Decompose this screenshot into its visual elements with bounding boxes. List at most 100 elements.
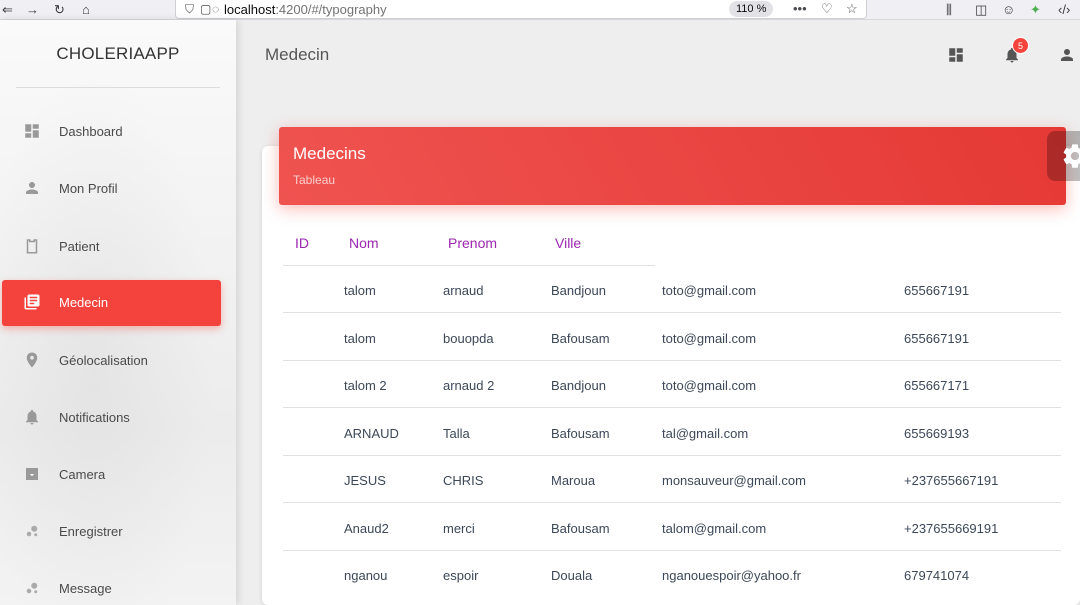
cell-telephone: 655667171 — [904, 378, 970, 393]
cell-telephone: 655667191 — [904, 330, 970, 346]
cell-email: talom@gmail.com — [662, 520, 767, 536]
cell-email: toto@gmail.com — [662, 378, 757, 393]
forward-icon[interactable]: → — [26, 1, 39, 19]
cell-nom: talom — [344, 330, 376, 346]
bubble-icon — [26, 525, 38, 537]
back-icon[interactable]: ⇐ — [2, 1, 13, 19]
cell-prenom: arnaud 2 — [443, 378, 495, 393]
clipboard-icon — [26, 239, 38, 254]
table-row[interactable]: talom arnaud Bandjoun toto@gmail.com 6556671… — [283, 266, 1061, 313]
column-header-prenom[interactable]: Prenom — [448, 235, 497, 251]
sidebar-toggle-icon[interactable]: ◫ — [975, 1, 987, 19]
browser-toolbar: ⇐ → ↻ ⌂ ⛉ ▢ ◌ localhost:4200/#/typograph… — [0, 0, 1080, 20]
sidebar-item-message[interactable]: Message — [2, 566, 221, 605]
sidebar-item-label: Notifications — [59, 410, 130, 425]
bell-icon — [26, 409, 38, 425]
card-title: Medecins — [293, 144, 366, 163]
reload-icon[interactable]: ↻ — [54, 1, 65, 19]
table-row[interactable]: ARNAUD Talla Bafousam tal@gmail.com 65566919… — [283, 409, 1061, 456]
cell-nom: talom 2 — [344, 378, 387, 393]
sidebar-item-medecin[interactable]: Medecin — [2, 280, 221, 326]
sidebar-item-label: Patient — [59, 239, 100, 254]
person-icon — [26, 182, 38, 194]
table-row[interactable]: talom 2 arnaud 2 Bandjoun toto@gmail.com 655… — [283, 361, 1061, 408]
notification-count-badge[interactable]: 5 — [1012, 37, 1029, 54]
cell-nom: nganou — [344, 568, 388, 583]
bubble-icon — [26, 582, 38, 594]
sidebar-item-enregistrer[interactable]: Enregistrer — [2, 509, 221, 555]
page-title: Medecin — [265, 45, 330, 64]
extension-icon[interactable]: ✦ — [1030, 1, 1041, 19]
gear-icon — [1063, 144, 1080, 168]
cell-ville: Bafousam — [551, 520, 610, 536]
cell-nom: ARNAUD — [344, 425, 399, 441]
sidebar-item-geolocalisation[interactable]: Géolocalisation — [2, 338, 221, 384]
sidebar-item-patient[interactable]: Patient — [2, 224, 221, 270]
cell-nom: Anaud2 — [344, 520, 389, 536]
app-logo[interactable]: CHOLERIAAPP — [0, 44, 236, 64]
sidebar-item-label: Medecin — [59, 295, 109, 310]
bookmark-star-icon[interactable]: ☆ — [846, 0, 858, 18]
sidebar-item-camera[interactable]: Camera — [2, 452, 221, 498]
sidebar-item-label: Camera — [59, 467, 106, 482]
column-header-nom[interactable]: Nom — [349, 235, 379, 251]
cell-telephone: 655667191 — [904, 283, 970, 298]
cell-ville: Bafousam — [551, 330, 610, 346]
cell-email: monsauveur@gmail.com — [662, 473, 806, 488]
zoom-indicator[interactable]: 110 % — [729, 1, 774, 17]
column-header-id[interactable]: ID — [295, 235, 309, 251]
card-subtitle: Tableau — [293, 173, 336, 187]
cell-email: toto@gmail.com — [662, 330, 757, 346]
cell-prenom: Talla — [443, 425, 470, 441]
cell-prenom: arnaud — [443, 283, 484, 298]
cell-prenom: bouopda — [443, 330, 494, 346]
cell-ville: Bandjoun — [551, 378, 606, 393]
cell-email: toto@gmail.com — [662, 283, 757, 298]
camera-icon — [26, 468, 38, 480]
more-icon[interactable]: ••• — [793, 0, 807, 18]
shield-icon[interactable]: ⛉ — [185, 0, 194, 18]
sidebar-item-dashboard[interactable]: Dashboard — [2, 109, 221, 155]
table-row[interactable]: talom bouopda Bafousam toto@gmail.com 655667… — [283, 314, 1061, 361]
site-info-icon[interactable]: ◌ — [212, 0, 219, 18]
url-bar[interactable]: ⛉ ▢ ◌ localhost:4200/#/typography 110 % … — [175, 0, 867, 19]
cell-telephone: 655669193 — [904, 425, 970, 441]
cell-telephone: +237655667191 — [904, 473, 999, 488]
person-icon[interactable] — [1058, 46, 1076, 64]
table-row[interactable]: Anaud2 merci Bafousam talom@gmail.com +23765… — [283, 504, 1061, 551]
sidebar-item-label: Géolocalisation — [59, 353, 148, 368]
cell-nom: talom — [344, 283, 376, 298]
cell-email: nganouespoir@yahoo.fr — [662, 568, 801, 583]
cell-ville: Bandjoun — [551, 283, 606, 298]
cell-prenom: espoir — [443, 568, 479, 583]
home-icon[interactable]: ⌂ — [82, 1, 90, 19]
cell-telephone: +237655669191 — [904, 520, 999, 536]
library-icon[interactable]: ⫼ — [946, 1, 952, 19]
sidebar-item-notifications[interactable]: Notifications — [2, 395, 221, 441]
column-header-ville[interactable]: Ville — [555, 235, 581, 251]
cell-email: tal@gmail.com — [662, 425, 749, 441]
cell-ville: Douala — [551, 568, 593, 583]
account-icon[interactable]: ☺ — [1002, 1, 1015, 19]
devtools-icon[interactable]: ‹/› — [1058, 1, 1070, 19]
cell-nom: JESUS — [344, 473, 386, 488]
dashboard-icon[interactable] — [947, 46, 965, 64]
page-icon: ▢ — [200, 2, 212, 16]
location-pin-icon — [26, 352, 38, 368]
library-books-icon — [24, 294, 40, 310]
url-text[interactable]: localhost:4200/#/typography — [224, 1, 387, 18]
cell-ville: Maroua — [551, 473, 596, 488]
sidebar-item-profil[interactable]: Mon Profil — [2, 166, 221, 212]
pocket-icon[interactable]: ♡ — [821, 0, 833, 18]
sidebar-item-label: Message — [59, 581, 112, 596]
table-row[interactable]: nganou espoir Douala nganouespoir@yahoo.fr 6… — [283, 551, 1061, 598]
table-row[interactable]: JESUS CHRIS Maroua monsauveur@gmail.com +237… — [283, 456, 1061, 503]
cell-prenom: CHRIS — [443, 473, 484, 488]
settings-tab[interactable] — [1047, 131, 1080, 181]
cell-prenom: merci — [443, 520, 475, 536]
logo-divider — [16, 87, 220, 88]
dashboard-icon — [25, 124, 39, 138]
sidebar-item-label: Dashboard — [59, 124, 123, 139]
cell-ville: Bafousam — [551, 425, 610, 441]
sidebar-item-label: Enregistrer — [59, 524, 123, 539]
